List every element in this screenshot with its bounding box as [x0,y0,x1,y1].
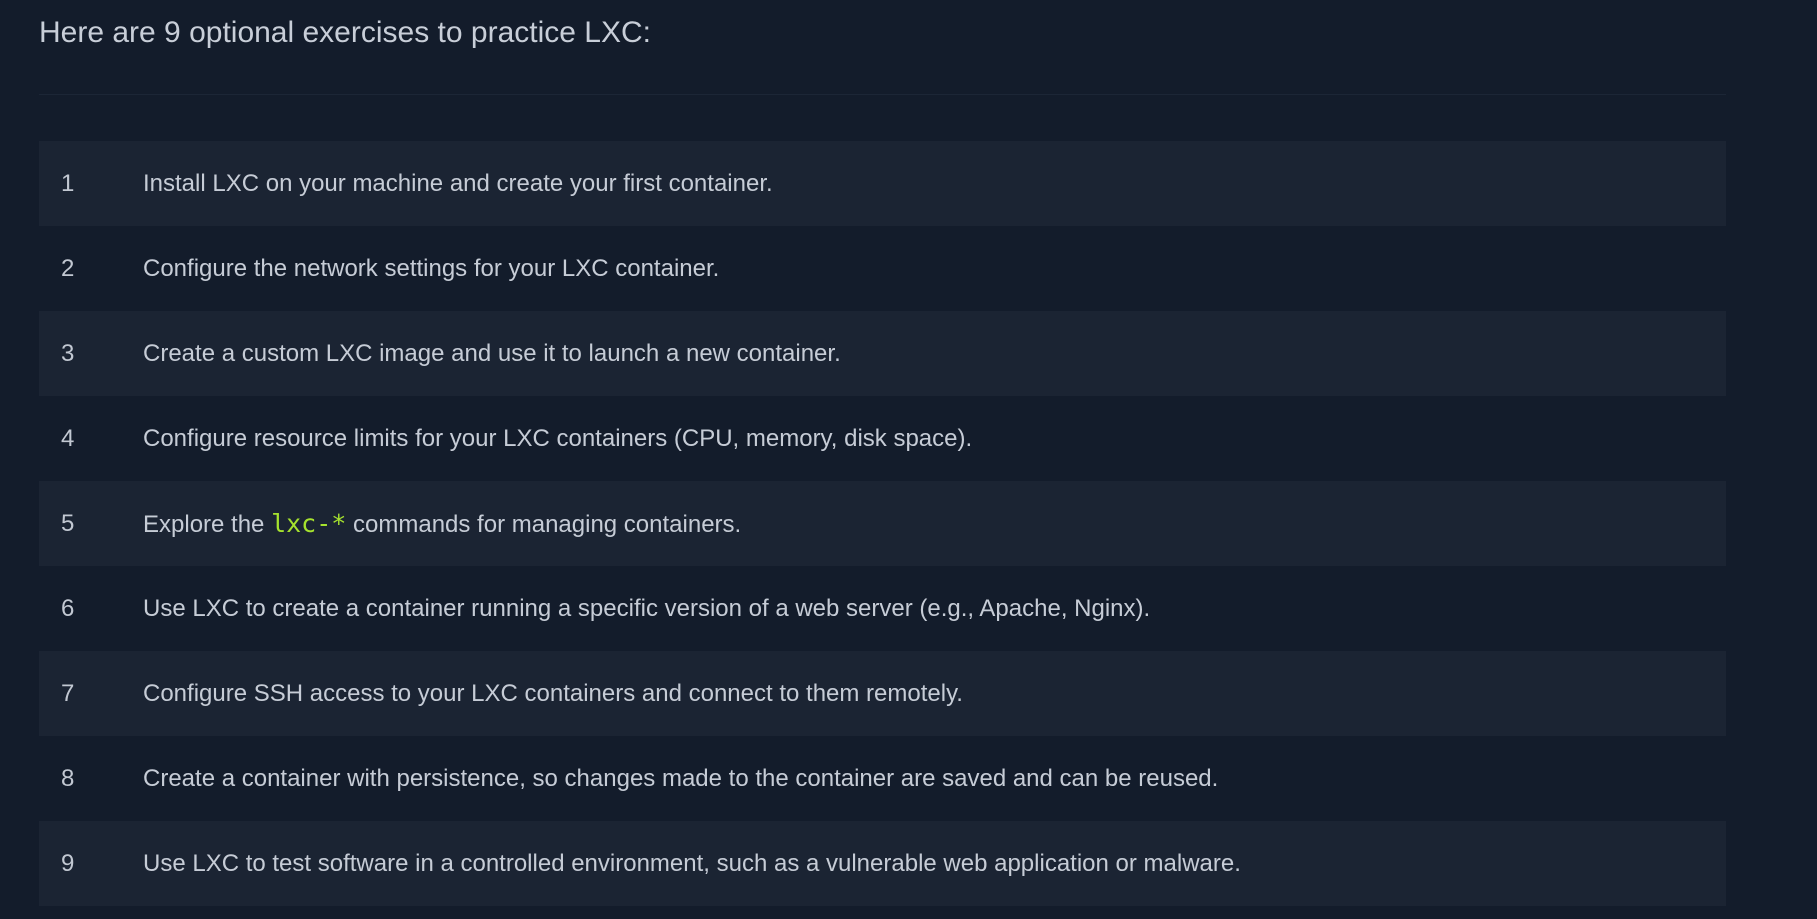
exercise-row-6: 6 Use LXC to create a container running … [39,566,1726,651]
exercise-text: Create a container with persistence, so … [143,764,1219,792]
message-content: Here are 9 optional exercises to practic… [39,0,1726,906]
exercise-number: 8 [61,764,75,792]
exercise-row-3: 3 Create a custom LXC image and use it t… [39,311,1726,396]
exercise-text: Configure the network settings for your … [143,254,720,282]
exercise-text: Install LXC on your machine and create y… [143,169,773,197]
inline-code: lxc-* [271,508,347,538]
exercise-table: 1 Install LXC on your machine and create… [39,141,1726,906]
exercise-number: 4 [61,424,75,452]
exercise-number: 9 [61,849,75,877]
exercise-text: Explore the lxc-* commands for managing … [143,509,1726,539]
exercise-number: 7 [61,679,75,707]
exercise-number: 3 [61,339,75,367]
exercises-heading: Here are 9 optional exercises to practic… [39,16,651,49]
exercise-number: 1 [61,169,75,197]
exercise-text: Configure resource limits for your LXC c… [143,424,973,452]
exercise-row-5: 5 Explore the lxc-* commands for managin… [39,481,1726,566]
exercise-row-1: 1 Install LXC on your machine and create… [39,141,1726,226]
exercise-number: 6 [61,594,75,622]
exercise-row-4: 4 Configure resource limits for your LXC… [39,396,1726,481]
divider [39,94,1726,95]
exercise-text: Configure SSH access to your LXC contain… [143,679,963,707]
exercise-row-8: 8 Create a container with persistence, s… [39,736,1726,821]
exercise-row-9: 9 Use LXC to test software in a controll… [39,821,1726,906]
exercise-text: Create a custom LXC image and use it to … [143,339,841,367]
exercise-number: 5 [61,509,75,537]
exercise-number: 2 [61,254,75,282]
exercise-text: Use LXC to test software in a controlled… [143,849,1241,877]
exercise-text-before: Explore the [143,510,272,538]
exercise-text-after: commands for managing containers. [346,510,742,538]
exercise-text: Use LXC to create a container running a … [143,594,1151,622]
exercise-row-2: 2 Configure the network settings for you… [39,226,1726,311]
exercise-row-7: 7 Configure SSH access to your LXC conta… [39,651,1726,736]
